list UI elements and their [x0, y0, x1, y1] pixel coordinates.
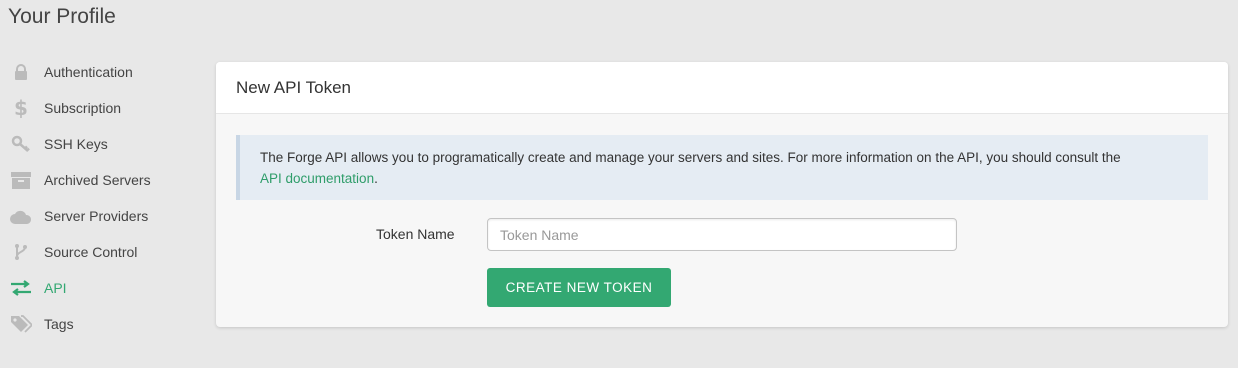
info-box: The Forge API allows you to programatica… — [236, 135, 1208, 200]
sidebar-item-label: Source Control — [44, 244, 138, 260]
sidebar-item-label: SSH Keys — [44, 136, 108, 152]
token-name-label: Token Name — [376, 226, 455, 242]
sidebar-item-ssh-keys[interactable]: SSH Keys — [0, 126, 200, 162]
sidebar-item-archived-servers[interactable]: Archived Servers — [0, 162, 200, 198]
archive-icon — [10, 170, 32, 190]
sidebar-item-tags[interactable]: Tags — [0, 306, 200, 342]
sidebar-item-subscription[interactable]: $ Subscription — [0, 90, 200, 126]
svg-text:$: $ — [15, 98, 27, 118]
api-documentation-link[interactable]: API documentation — [260, 171, 374, 186]
create-new-token-button[interactable]: CREATE NEW TOKEN — [487, 268, 671, 307]
page-title: Your Profile — [8, 5, 116, 28]
dollar-icon: $ — [10, 98, 32, 118]
tags-icon — [10, 314, 32, 334]
sidebar-item-label: Subscription — [44, 100, 122, 116]
branch-icon — [10, 242, 32, 262]
sidebar-item-source-control[interactable]: Source Control — [0, 234, 200, 270]
sidebar-item-label: API — [44, 280, 67, 296]
info-suffix: . — [374, 171, 378, 186]
cloud-icon — [10, 206, 32, 226]
lock-icon — [10, 62, 32, 82]
sidebar-item-label: Archived Servers — [44, 172, 151, 188]
key-icon — [10, 134, 32, 154]
token-name-input[interactable] — [487, 218, 957, 251]
exchange-icon — [10, 278, 32, 298]
sidebar-item-label: Server Providers — [44, 208, 149, 224]
new-api-token-panel: New API Token The Forge API allows you t… — [216, 62, 1228, 327]
sidebar-item-authentication[interactable]: Authentication — [0, 54, 200, 90]
sidebar: Authentication $ Subscription SSH Keys A… — [0, 54, 200, 342]
sidebar-item-api[interactable]: API — [0, 270, 200, 306]
sidebar-item-server-providers[interactable]: Server Providers — [0, 198, 200, 234]
info-text: The Forge API allows you to programatica… — [260, 150, 1121, 165]
sidebar-item-label: Tags — [44, 316, 74, 332]
sidebar-item-label: Authentication — [44, 64, 133, 80]
panel-title: New API Token — [216, 62, 1228, 114]
